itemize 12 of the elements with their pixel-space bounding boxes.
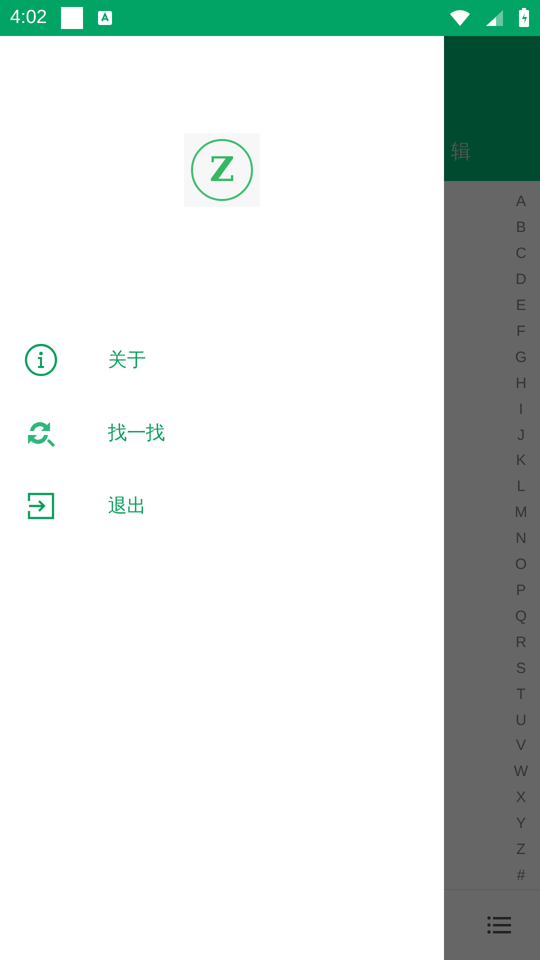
drawer-item[interactable]: 退出 — [0, 469, 444, 542]
drawer-item[interactable]: 找一找 — [0, 396, 444, 469]
app-bar-title: 辑 — [451, 138, 471, 166]
logo-letter: Z — [191, 139, 253, 201]
list-icon[interactable] — [486, 914, 512, 936]
index-letter[interactable]: # — [516, 862, 526, 889]
signal-icon — [485, 9, 504, 27]
status-time: 4:02 — [10, 7, 47, 29]
drawer-item[interactable]: 关于 — [0, 323, 444, 396]
wifi-icon — [449, 9, 471, 27]
battery-icon — [518, 8, 530, 28]
info-icon — [24, 342, 58, 376]
